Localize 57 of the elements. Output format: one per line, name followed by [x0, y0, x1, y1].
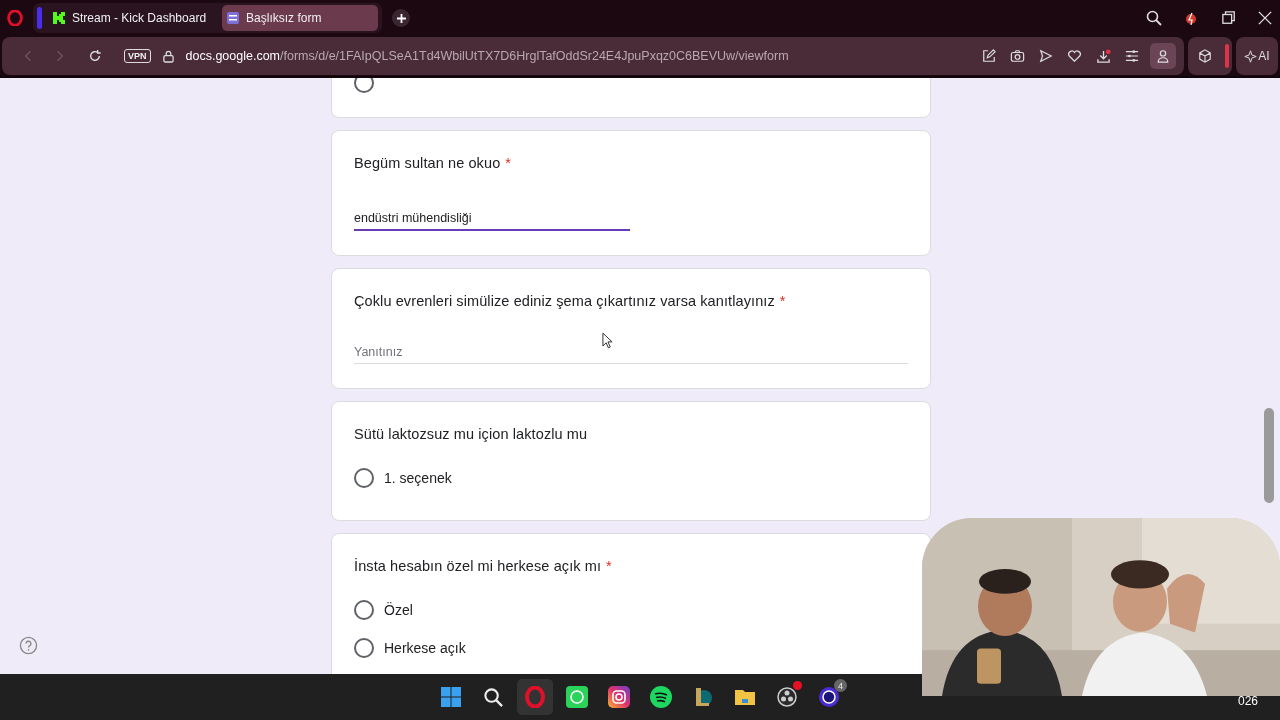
person-icon: [1156, 49, 1170, 63]
option-label[interactable]: Herkese açık: [384, 640, 466, 656]
reload-icon[interactable]: [88, 49, 102, 63]
messenger-app-icon: [818, 686, 840, 708]
plus-icon: [396, 13, 406, 23]
chat-app-icon: [566, 686, 588, 708]
taskbar-app[interactable]: 4: [811, 679, 847, 715]
settings-icon[interactable]: [1125, 49, 1139, 63]
cube-icon[interactable]: [1198, 49, 1212, 63]
opera-logo-icon: [524, 686, 546, 708]
answer-field[interactable]: Yanıtınız: [354, 339, 908, 364]
question-title: İnsta hesabın özel mi herkese açık mı *: [354, 558, 613, 574]
heart-icon[interactable]: [1067, 49, 1082, 63]
camera-app-icon: [608, 686, 630, 708]
k-logo-icon: [52, 11, 66, 25]
browser-tab[interactable]: Başlıksız form: [222, 5, 379, 31]
radio-button[interactable]: [354, 600, 374, 620]
answer-field[interactable]: endüstri mühendisliği: [354, 205, 630, 231]
radio-button[interactable]: [354, 468, 374, 488]
browser-tab[interactable]: Stream - Kick Dashboard: [48, 5, 217, 31]
profile-button[interactable]: [1150, 43, 1176, 69]
send-icon[interactable]: [1039, 49, 1053, 63]
lock-icon[interactable]: [162, 49, 174, 63]
search-icon: [482, 686, 504, 708]
option-label[interactable]: Özel: [384, 602, 413, 618]
pointer-icon: [602, 332, 613, 349]
question-title: Sütü laktozsuz mu içion laktozlu mu: [354, 426, 589, 442]
scrollbar-thumb[interactable]: [1264, 408, 1274, 503]
music-app-icon: [650, 686, 672, 708]
form-icon: [226, 11, 241, 25]
required-asterisk: *: [779, 293, 786, 309]
radio-button[interactable]: [354, 78, 374, 93]
ai-button[interactable]: AI: [1236, 37, 1278, 75]
camera-icon[interactable]: [1010, 49, 1025, 63]
close-icon[interactable]: [1258, 11, 1272, 25]
question-title: Çoklu evrenleri simülize ediniz şema çıkartınız varsa kanıtlayınız *: [354, 293, 787, 309]
required-asterisk: *: [505, 155, 512, 171]
radio-button[interactable]: [354, 638, 374, 658]
help-icon[interactable]: [19, 636, 38, 655]
question-title: Begüm sultan ne okuo *: [354, 155, 513, 171]
new-tab-button[interactable]: [392, 9, 411, 27]
download-icon[interactable]: [1096, 48, 1111, 64]
opera-logo-icon[interactable]: [7, 10, 23, 26]
restore-icon[interactable]: [1222, 11, 1236, 25]
address-field[interactable]: docs.google.com/forms/d/e/1FAIpQLSeA1Td4WbilUtTX7D6HrglTafOddSr24E4JpuPxqz0C6BEVUw/viewform: [185, 49, 789, 63]
clock-text: 026: [1237, 694, 1258, 708]
recorder-app-icon: [776, 686, 798, 708]
search-icon[interactable]: [1146, 10, 1162, 26]
edit-icon[interactable]: [982, 49, 996, 63]
vpn-badge[interactable]: VPN: [124, 49, 151, 63]
option-label[interactable]: 1. seçenek: [384, 470, 452, 486]
required-asterisk: *: [606, 558, 612, 574]
windows-logo-icon: [440, 686, 462, 708]
sidebar-indicator: [1225, 44, 1229, 68]
notification-count: 4: [834, 679, 847, 692]
workspace-indicator: [37, 7, 42, 29]
sparkle-icon: [1244, 49, 1258, 63]
